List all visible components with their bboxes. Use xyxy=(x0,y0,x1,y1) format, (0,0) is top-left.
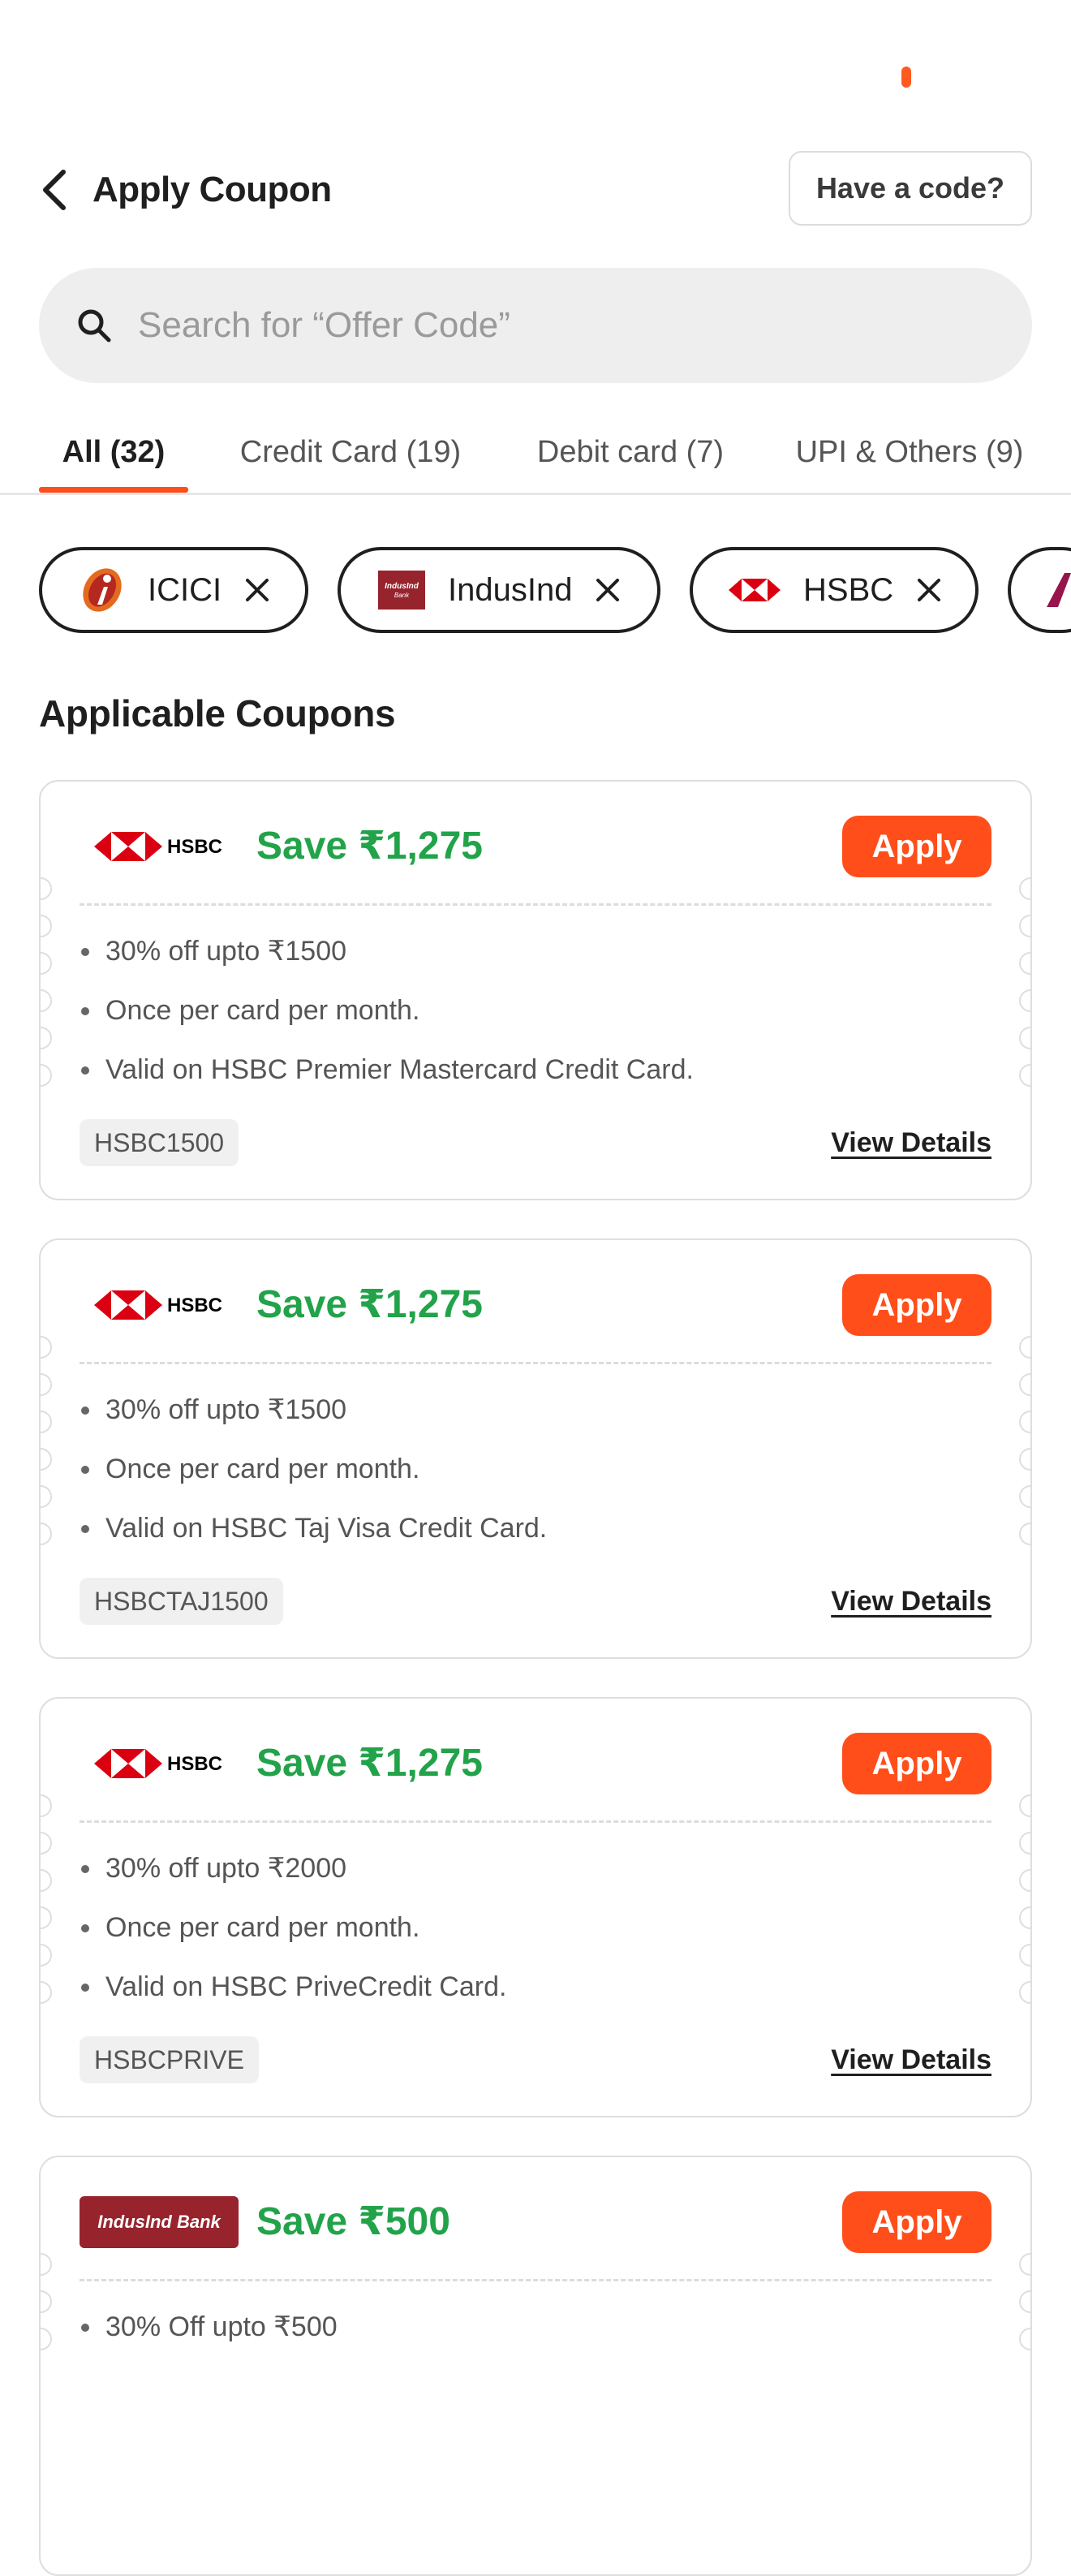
card-edge-scallops xyxy=(1019,2253,1030,2496)
list-item: 30% off upto ₹2000 xyxy=(80,1850,972,1909)
icici-logo-icon xyxy=(78,566,127,614)
list-item: Valid on HSBC Premier Mastercard Credit … xyxy=(80,1051,972,1110)
card-edge-scallops xyxy=(1019,877,1030,1121)
page-title: Apply Coupon xyxy=(92,170,332,209)
close-icon[interactable] xyxy=(916,577,942,603)
search-bar[interactable] xyxy=(39,268,1032,383)
coupon-code-badge: HSBC1500 xyxy=(80,1119,239,1166)
svg-text:HSBC: HSBC xyxy=(167,836,222,858)
filter-chip-label: ICICI xyxy=(148,571,222,608)
savings-amount: Save ₹500 xyxy=(256,2200,450,2243)
card-edge-scallops xyxy=(1019,1336,1030,1579)
filter-tabs: All (32) Credit Card (19) Debit card (7)… xyxy=(0,422,1071,495)
svg-text:Bank: Bank xyxy=(394,592,410,599)
svg-text:IndusInd: IndusInd xyxy=(385,582,419,591)
card-edge-scallops xyxy=(41,2253,52,2496)
indusind-bank-logo: IndusInd Bank xyxy=(80,2196,239,2248)
close-icon[interactable] xyxy=(244,577,270,603)
apply-button[interactable]: Apply xyxy=(842,816,991,877)
list-item: 30% Off upto ₹500 xyxy=(80,2308,972,2367)
list-item: Valid on HSBC PriveCredit Card. xyxy=(80,1968,972,2027)
coupon-card: HSBC Save ₹1,275 Apply 30% off upto ₹150… xyxy=(39,780,1032,1200)
search-input[interactable] xyxy=(136,296,951,355)
coupon-code-badge: HSBCTAJ1500 xyxy=(80,1578,283,1625)
svg-text:HSBC: HSBC xyxy=(167,1753,222,1775)
header: Apply Coupon Have a code? xyxy=(0,151,1071,229)
card-edge-scallops xyxy=(41,877,52,1121)
filter-chip-axis-partial[interactable] xyxy=(1008,547,1071,633)
offer-terms-list: 30% off upto ₹1500 Once per card per mon… xyxy=(80,933,972,1110)
dashed-divider xyxy=(80,2279,991,2281)
dashed-divider xyxy=(80,1362,991,1364)
offer-terms-list: 30% off upto ₹1500 Once per card per mon… xyxy=(80,1391,972,1569)
filter-chip-indusind[interactable]: IndusInd Bank IndusInd xyxy=(338,547,660,633)
card-edge-scallops xyxy=(41,1336,52,1579)
tab-all[interactable]: All (32) xyxy=(39,422,188,495)
tab-credit-card[interactable]: Credit Card (19) xyxy=(229,422,472,495)
filter-chip-hsbc[interactable]: HSBC xyxy=(690,547,979,633)
dashed-divider xyxy=(80,903,991,906)
savings-amount: Save ₹1,275 xyxy=(256,1742,483,1785)
svg-text:HSBC: HSBC xyxy=(167,1294,222,1316)
hsbc-logo: HSBC xyxy=(80,1279,239,1331)
filter-chip-label: HSBC xyxy=(803,571,894,608)
view-details-link[interactable]: View Details xyxy=(831,1122,991,1163)
apply-button[interactable]: Apply xyxy=(842,1733,991,1794)
close-icon[interactable] xyxy=(595,577,621,603)
coupon-card: HSBC Save ₹1,275 Apply 30% off upto ₹150… xyxy=(39,1238,1032,1659)
filter-chip-icici[interactable]: ICICI xyxy=(39,547,308,633)
coupon-card: IndusInd Bank Save ₹500 Apply 30% Off up… xyxy=(39,2156,1032,2576)
list-item: Once per card per month. xyxy=(80,992,972,1051)
chevron-left-icon xyxy=(43,170,66,210)
hsbc-logo: HSBC xyxy=(80,821,239,872)
have-a-code-button[interactable]: Have a code? xyxy=(789,151,1032,226)
list-item: Once per card per month. xyxy=(80,1450,972,1510)
offer-terms-list: 30% off upto ₹2000 Once per card per mon… xyxy=(80,1850,972,2027)
savings-amount: Save ₹1,275 xyxy=(256,825,483,868)
list-item: Valid on HSBC Taj Visa Credit Card. xyxy=(80,1510,972,1569)
list-item: 30% off upto ₹1500 xyxy=(80,1391,972,1450)
list-item: 30% off upto ₹1500 xyxy=(80,933,972,992)
card-edge-scallops xyxy=(1019,1794,1030,2038)
active-tab-indicator xyxy=(39,487,188,493)
tab-debit-card[interactable]: Debit card (7) xyxy=(519,422,742,495)
card-edge-scallops xyxy=(41,1794,52,2038)
hsbc-logo-icon xyxy=(729,575,781,605)
offer-terms-list: 30% Off upto ₹500 xyxy=(80,2308,972,2367)
axis-logo-icon xyxy=(1043,570,1071,610)
savings-amount: Save ₹1,275 xyxy=(256,1283,483,1326)
back-button[interactable] xyxy=(32,167,78,213)
indusind-logo-icon: IndusInd Bank xyxy=(378,571,425,610)
filter-chip-label: IndusInd xyxy=(448,571,573,608)
hsbc-logo: HSBC xyxy=(80,1738,239,1790)
view-details-link[interactable]: View Details xyxy=(831,2040,991,2080)
search-icon xyxy=(75,306,114,345)
view-details-link[interactable]: View Details xyxy=(831,1581,991,1622)
list-item: Once per card per month. xyxy=(80,1909,972,1968)
recording-indicator xyxy=(901,67,911,88)
apply-button[interactable]: Apply xyxy=(842,1274,991,1336)
tab-upi-others[interactable]: UPI & Others (9) xyxy=(784,422,1035,495)
dashed-divider xyxy=(80,1820,991,1823)
section-title: Applicable Coupons xyxy=(39,692,396,734)
coupon-card: HSBC Save ₹1,275 Apply 30% off upto ₹200… xyxy=(39,1697,1032,2117)
coupon-code-badge: HSBCPRIVE xyxy=(80,2036,259,2083)
apply-button[interactable]: Apply xyxy=(842,2191,991,2253)
